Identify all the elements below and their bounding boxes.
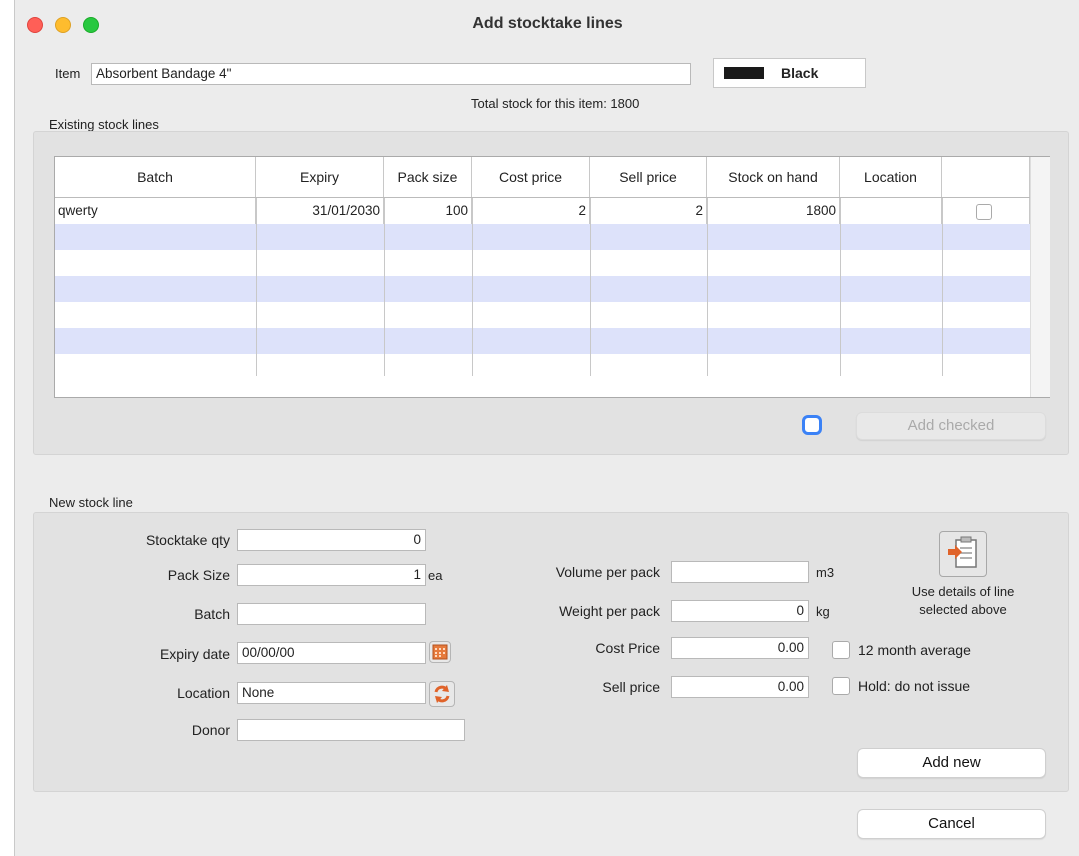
cell-location (840, 198, 942, 224)
new-stock-line-heading: New stock line (49, 495, 133, 510)
donor-input[interactable] (237, 719, 465, 741)
column-header-stock-on-hand[interactable]: Stock on hand (707, 157, 840, 197)
stocktake-qty-input[interactable]: 0 (237, 529, 426, 551)
cell-cost-price: 2 (472, 198, 590, 224)
existing-stock-table: Batch Expiry Pack size Cost price Sell p… (54, 156, 1050, 398)
title-bar: Add stocktake lines (15, 0, 1079, 46)
color-name: Black (781, 65, 819, 81)
cell-expiry: 31/01/2030 (256, 198, 384, 224)
pack-size-label: Pack Size (167, 567, 230, 583)
donor-label: Donor (191, 722, 230, 738)
dialog-window: Add stocktake lines Item Absorbent Banda… (14, 0, 1079, 856)
location-label: Location (177, 685, 230, 701)
grid-line (256, 198, 257, 376)
item-label: Item (55, 66, 81, 81)
column-header-location[interactable]: Location (840, 157, 942, 197)
table-row[interactable] (55, 354, 1030, 380)
pack-size-input[interactable]: 1 (237, 564, 426, 586)
batch-input[interactable] (237, 603, 426, 625)
table-row[interactable]: qwerty 31/01/2030 100 2 2 1800 (55, 198, 1030, 224)
cost-price-input[interactable]: 0.00 (671, 637, 809, 659)
existing-stock-panel: Batch Expiry Pack size Cost price Sell p… (33, 131, 1069, 455)
window-title: Add stocktake lines (472, 15, 623, 32)
table-row[interactable] (55, 250, 1030, 276)
grid-line (942, 198, 943, 376)
calendar-icon[interactable] (429, 641, 451, 663)
use-details-button[interactable] (939, 531, 987, 577)
cell-sell-price: 2 (590, 198, 707, 224)
weight-unit: kg (816, 604, 830, 619)
total-stock-text: Total stock for this item: 1800 (471, 96, 640, 111)
add-checked-button[interactable]: Add checked (856, 412, 1046, 440)
use-details-label-line1: Use details of line (911, 584, 1015, 599)
twelve-month-average-checkbox[interactable] (832, 641, 850, 659)
column-header-cost-price[interactable]: Cost price (472, 157, 590, 197)
cell-pack-size: 100 (384, 198, 472, 224)
item-field[interactable]: Absorbent Bandage 4" (91, 63, 691, 85)
pack-size-unit: ea (428, 568, 443, 583)
cancel-button[interactable]: Cancel (857, 809, 1046, 839)
table-header: Batch Expiry Pack size Cost price Sell p… (55, 157, 1049, 198)
cell-stock-on-hand: 1800 (707, 198, 840, 224)
stocktake-qty-label: Stocktake qty (145, 532, 230, 548)
select-all-checkbox[interactable] (802, 415, 822, 435)
location-input[interactable]: None (237, 682, 426, 704)
sell-price-label: Sell price (602, 679, 660, 695)
clipboard-import-icon (948, 536, 977, 568)
cell-select (942, 198, 1030, 224)
volume-per-pack-input[interactable] (671, 561, 809, 583)
refresh-icon[interactable] (429, 681, 455, 707)
row-select-checkbox[interactable] (976, 204, 992, 220)
color-swatch (724, 67, 764, 79)
weight-per-pack-label: Weight per pack (559, 603, 660, 619)
volume-per-pack-label: Volume per pack (555, 564, 660, 580)
expiry-date-label: Expiry date (159, 646, 230, 662)
table-row[interactable] (55, 302, 1030, 328)
grid-line (472, 198, 473, 376)
hold-do-not-issue-checkbox[interactable] (832, 677, 850, 695)
hold-do-not-issue-label: Hold: do not issue (858, 678, 971, 694)
use-details-label-line2: selected above (919, 602, 1007, 617)
table-row[interactable] (55, 328, 1030, 354)
add-new-button[interactable]: Add new (857, 748, 1046, 778)
column-header-batch[interactable]: Batch (55, 157, 256, 197)
grid-line (384, 198, 385, 376)
table-row[interactable] (55, 224, 1030, 250)
batch-label: Batch (194, 606, 230, 622)
grid-line (707, 198, 708, 376)
column-header-sell-price[interactable]: Sell price (590, 157, 707, 197)
cost-price-label: Cost Price (595, 640, 660, 656)
vertical-scrollbar[interactable] (1030, 157, 1050, 397)
weight-per-pack-input[interactable]: 0 (671, 600, 809, 622)
grid-line (590, 198, 591, 376)
column-header-pack-size[interactable]: Pack size (384, 157, 472, 197)
sell-price-input[interactable]: 0.00 (671, 676, 809, 698)
grid-line (840, 198, 841, 376)
column-header-expiry[interactable]: Expiry (256, 157, 384, 197)
volume-unit: m3 (816, 565, 835, 580)
expiry-date-input[interactable]: 00/00/00 (237, 642, 426, 664)
cell-batch: qwerty (55, 198, 256, 224)
table-row[interactable] (55, 276, 1030, 302)
existing-stock-lines-heading: Existing stock lines (49, 117, 159, 132)
item-color-selector[interactable]: Black (713, 58, 866, 88)
twelve-month-average-label: 12 month average (858, 642, 971, 658)
column-header-select[interactable] (942, 157, 1030, 197)
